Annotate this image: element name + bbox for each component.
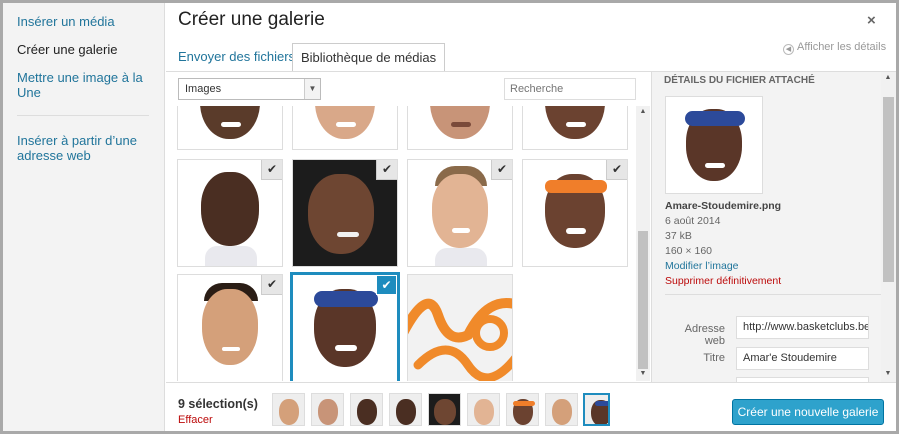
attachment-thumbnail[interactable]	[407, 274, 513, 381]
selection-thumbnail[interactable]	[389, 393, 422, 426]
attachment-thumbnail[interactable]	[292, 106, 398, 150]
title-label: Titre	[703, 352, 725, 364]
page-title: Créer une galerie	[178, 9, 325, 30]
checkmark-icon[interactable]: ✔	[606, 160, 627, 180]
scroll-down-icon[interactable]: ▼	[881, 370, 895, 377]
attachment-thumbnail[interactable]: ✔	[407, 159, 513, 267]
tab-upload-files[interactable]: Envoyer des fichiers	[170, 43, 303, 72]
title-field[interactable]: Amar'e Stoudemire	[736, 347, 869, 370]
checkmark-icon[interactable]: ✔	[261, 160, 282, 180]
selection-thumbnail[interactable]	[311, 393, 344, 426]
selection-thumbnail[interactable]	[350, 393, 383, 426]
toggle-details-link[interactable]: ◀ Afficher les détails	[783, 41, 886, 55]
scroll-up-icon[interactable]: ▲	[636, 108, 650, 115]
details-scrollbar[interactable]: ▲ ▼	[881, 72, 896, 382]
scrollbar-thumb[interactable]	[638, 231, 648, 369]
delete-permanently-link[interactable]: Supprimer définitivement	[665, 275, 781, 287]
media-type-filter[interactable]: Images ▼	[178, 78, 321, 100]
url-label: Adresse web	[684, 323, 725, 347]
selection-toolbar: 9 sélection(s) Effacer Créer une nouvell…	[166, 382, 896, 431]
clear-selection-link[interactable]: Effacer	[178, 414, 213, 426]
detail-date: 6 août 2014	[665, 215, 721, 227]
url-field[interactable]: http://www.basketclubs.be	[736, 316, 869, 339]
close-icon[interactable]: ×	[867, 12, 876, 29]
search-input[interactable]	[504, 78, 636, 100]
attachments-grid: ✔ ✔ ✔ ✔ ✔ ✔	[166, 106, 634, 381]
attachment-thumbnail-active[interactable]: ✔	[290, 272, 400, 381]
checkmark-icon[interactable]: ✔	[261, 275, 282, 295]
checkmark-icon[interactable]: ✔	[491, 160, 512, 180]
attachment-thumbnail[interactable]: ✔	[177, 274, 283, 381]
checkmark-icon[interactable]: ✔	[376, 275, 397, 295]
selection-thumbnail-active[interactable]	[583, 393, 610, 426]
logo-image	[408, 298, 512, 381]
grid-scrollbar[interactable]: ▲ ▼	[636, 106, 650, 381]
details-divider	[665, 294, 885, 295]
selection-thumbnail[interactable]	[272, 393, 305, 426]
create-gallery-button[interactable]: Créer une nouvelle galerie	[732, 399, 884, 425]
sidebar-item-insert-media[interactable]: Insérer un média	[17, 14, 157, 29]
checkmark-icon[interactable]: ✔	[376, 160, 397, 180]
attachment-thumbnail[interactable]	[407, 106, 513, 150]
attachment-details: DÉTAILS DU FICHIER ATTACHÉ Amare-Stoudem…	[651, 72, 896, 385]
toggle-details-label: Afficher les détails	[797, 41, 887, 53]
selection-thumbnail[interactable]	[467, 393, 500, 426]
selection-thumbnail[interactable]	[506, 393, 539, 426]
sidebar-item-insert-from-url[interactable]: Insérer à partir d’une adresse web	[17, 133, 157, 163]
scrollbar-thumb[interactable]	[883, 97, 894, 282]
tab-media-library[interactable]: Bibliothèque de médias	[292, 43, 446, 72]
selection-thumbnail[interactable]	[428, 393, 461, 426]
scroll-down-icon[interactable]: ▼	[636, 370, 650, 377]
selection-count: 9 sélection(s)	[178, 397, 258, 411]
detail-filename: Amare-Stoudemire.png	[665, 200, 782, 212]
selection-thumbnail[interactable]	[545, 393, 578, 426]
scroll-up-icon[interactable]: ▲	[881, 74, 895, 81]
detail-dimensions: 160 × 160	[665, 245, 713, 257]
sidebar-item-featured-image[interactable]: Mettre une image à la Une	[17, 70, 157, 100]
attachment-thumbnail[interactable]	[177, 106, 283, 150]
attachment-thumbnail[interactable]	[522, 106, 628, 150]
media-sidebar: Insérer un média Créer une galerie Mettr…	[3, 3, 165, 431]
arrow-left-icon: ◀	[783, 44, 794, 55]
media-type-filter-value: Images	[185, 83, 222, 95]
edit-image-link[interactable]: Modifier l’image	[665, 260, 739, 272]
attachment-thumbnail[interactable]: ✔	[292, 159, 398, 267]
chevron-down-icon: ▼	[304, 79, 320, 99]
attachment-thumbnail[interactable]: ✔	[177, 159, 283, 267]
attachment-thumbnail[interactable]: ✔	[522, 159, 628, 267]
sidebar-item-create-gallery[interactable]: Créer une galerie	[17, 42, 157, 57]
sidebar-divider	[17, 115, 149, 116]
detail-thumbnail	[665, 96, 763, 194]
media-modal: Insérer un média Créer une galerie Mettr…	[3, 3, 896, 431]
detail-filesize: 37 kB	[665, 230, 692, 242]
details-heading: DÉTAILS DU FICHIER ATTACHÉ	[664, 75, 815, 86]
